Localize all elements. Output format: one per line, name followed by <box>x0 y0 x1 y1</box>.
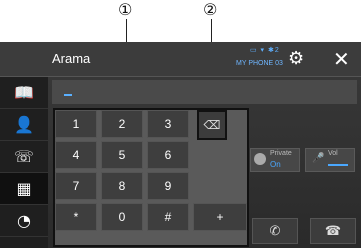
key-1[interactable]: 1 <box>55 110 97 138</box>
key-0[interactable]: 0 <box>101 203 143 231</box>
key-7[interactable]: 7 <box>55 172 97 200</box>
status-glyphs: ▭ ▾ ✱2 <box>250 47 280 54</box>
call-history-icon: ☏ <box>13 147 34 166</box>
private-icon <box>254 153 266 165</box>
number-input[interactable] <box>52 80 357 104</box>
voice-icon: ◔ <box>17 211 31 230</box>
key-9[interactable]: 9 <box>147 172 189 200</box>
status-icons: ▭ ▾ ✱2 <box>250 46 280 54</box>
page-title: Arama <box>52 51 91 66</box>
contact-icon: 👤 <box>14 115 34 134</box>
sidebar: 📖 👤 ☏ ▦ ◔ <box>0 77 48 248</box>
key-4[interactable]: 4 <box>55 141 97 169</box>
private-value: On <box>270 160 281 169</box>
private-toggle[interactable]: Private On <box>250 148 300 172</box>
phone-hangup-icon: ☎ <box>324 223 342 239</box>
device-name: MY PHONE 03 <box>236 60 283 67</box>
sidebar-item-phonebook[interactable]: 📖 <box>0 77 48 109</box>
key-6[interactable]: 6 <box>147 141 189 169</box>
phone-call-icon: ✆ <box>269 223 281 239</box>
key-hash[interactable]: # <box>147 203 189 231</box>
settings-icon[interactable]: ⚙ <box>288 48 304 69</box>
sidebar-item-contacts[interactable]: 👤 <box>0 109 48 141</box>
input-cursor <box>64 94 72 96</box>
header-bar: Arama ▭ ▾ ✱2 MY PHONE 03 ⚙ ✕ <box>0 42 361 77</box>
key-3[interactable]: 3 <box>147 110 189 138</box>
key-5[interactable]: 5 <box>101 141 143 169</box>
keypad-icon: ▦ <box>16 179 32 198</box>
key-plus[interactable]: + <box>193 203 247 231</box>
callout-2: ② <box>203 0 218 19</box>
private-label: Private <box>270 150 292 157</box>
key-star[interactable]: * <box>55 203 97 231</box>
key-8[interactable]: 8 <box>101 172 143 200</box>
sidebar-item-voice[interactable]: ◔ <box>0 205 48 237</box>
end-call-button[interactable]: ☎ <box>310 218 356 244</box>
sidebar-item-call-history[interactable]: ☏ <box>0 141 48 173</box>
sidebar-item-keypad[interactable]: ▦ <box>0 173 48 205</box>
backspace-icon: ⌫ <box>203 118 221 132</box>
volume-button[interactable]: 🎤 Vol <box>305 148 355 172</box>
call-button[interactable]: ✆ <box>252 218 298 244</box>
close-icon[interactable]: ✕ <box>333 47 350 71</box>
volume-level-bar <box>328 164 348 166</box>
phone-screen: Arama ▭ ▾ ✱2 MY PHONE 03 ⚙ ✕ 📖 👤 ☏ ▦ ◔ 1… <box>0 42 361 248</box>
callout-1: ① <box>118 0 133 19</box>
key-2[interactable]: 2 <box>101 110 143 138</box>
microphone-icon: 🎤 <box>312 153 325 164</box>
volume-label: Vol <box>328 150 338 157</box>
phonebook-icon: 📖 <box>14 83 34 102</box>
backspace-button[interactable]: ⌫ <box>197 110 227 140</box>
